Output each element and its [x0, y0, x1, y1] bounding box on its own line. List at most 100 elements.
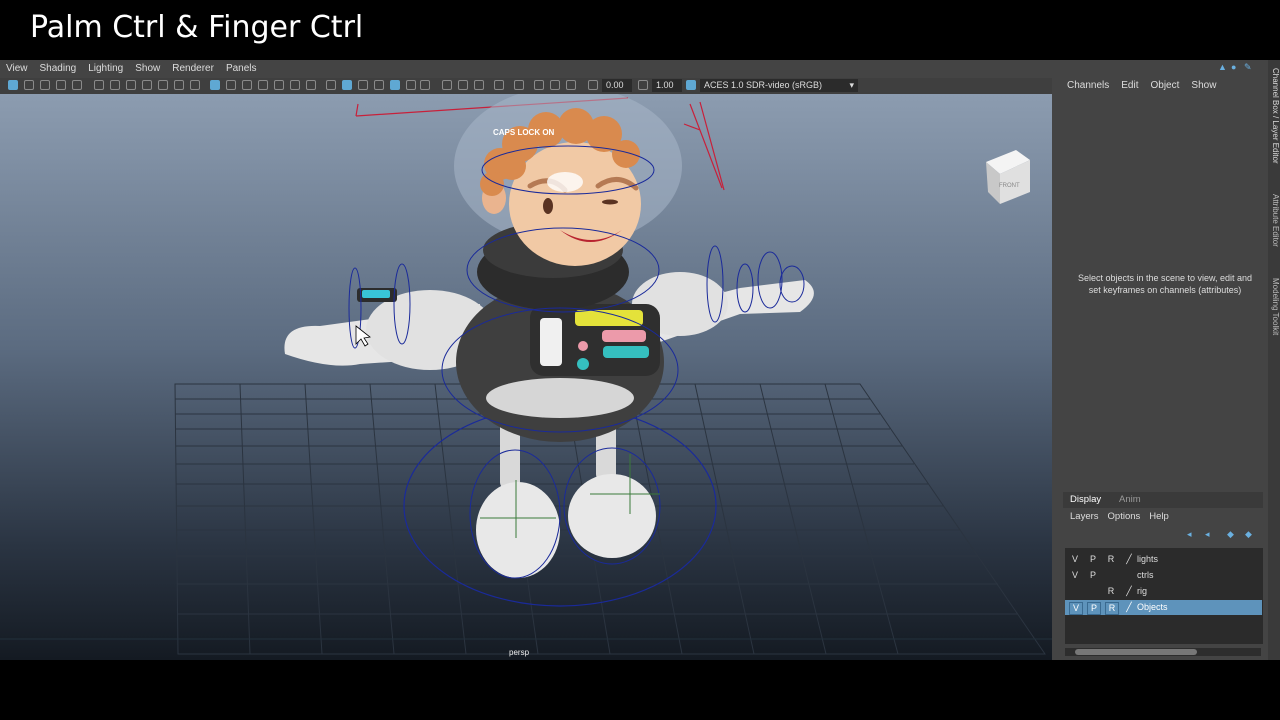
scrollbar-thumb[interactable]: [1075, 649, 1197, 655]
playback-toggle[interactable]: P: [1087, 602, 1101, 615]
film-gate-icon[interactable]: [94, 80, 104, 90]
menu-renderer[interactable]: Renderer: [166, 60, 220, 74]
backface-icon[interactable]: [550, 80, 560, 90]
wireframe-icon[interactable]: [242, 80, 252, 90]
gamma-icon[interactable]: [638, 80, 648, 90]
grid-icon[interactable]: [210, 80, 220, 90]
chevron-down-icon: ▾: [849, 80, 854, 90]
tab-modeling-toolkit[interactable]: Modeling Toolkit: [1268, 278, 1280, 335]
gamma-field[interactable]: 1.00: [652, 79, 682, 92]
colorspace-dropdown[interactable]: ACES 1.0 SDR-video (sRGB) ▾: [700, 79, 858, 92]
layer-name[interactable]: lights: [1137, 554, 1158, 564]
overscan-icon[interactable]: [290, 80, 300, 90]
exposure-field[interactable]: 0.00: [602, 79, 632, 92]
menu-show[interactable]: Show: [129, 60, 166, 74]
select-camera-icon[interactable]: [8, 80, 18, 90]
exposure-icon[interactable]: [588, 80, 598, 90]
help-menu[interactable]: Help: [1149, 511, 1169, 522]
reference-toggle[interactable]: R: [1105, 554, 1117, 565]
menu-view[interactable]: View: [0, 60, 34, 74]
textured-icon[interactable]: [374, 80, 384, 90]
move-layer-up-icon[interactable]: ◂: [1187, 529, 1192, 540]
perspective-viewport[interactable]: CAPS LOCK ON FRONT persp: [0, 94, 1052, 660]
shadows-icon[interactable]: [420, 80, 430, 90]
use-default-material-icon[interactable]: [566, 80, 576, 90]
layer-color-icon[interactable]: [1123, 570, 1135, 581]
frame-icon[interactable]: [226, 80, 236, 90]
resolution-gate-icon[interactable]: [110, 80, 120, 90]
gate-mask-icon[interactable]: [126, 80, 136, 90]
attribute-editor-icon[interactable]: ●: [1231, 62, 1236, 72]
layer-editor-menu: Layers Options Help: [1070, 511, 1178, 522]
layer-row-objects[interactable]: V P R ╱ Objects: [1065, 600, 1262, 615]
playback-toggle[interactable]: [1087, 586, 1099, 597]
bookmark-icon[interactable]: [40, 80, 50, 90]
image-plane-icon[interactable]: [56, 80, 66, 90]
edit-menu[interactable]: Edit: [1121, 80, 1138, 91]
pencil-icon[interactable]: [190, 80, 200, 90]
visibility-toggle[interactable]: V: [1069, 554, 1081, 565]
layer-row-ctrls[interactable]: V P ctrls: [1065, 568, 1262, 583]
new-empty-layer-icon[interactable]: ◆: [1227, 529, 1234, 540]
new-layer-selected-icon[interactable]: ◆: [1245, 529, 1252, 540]
playback-toggle[interactable]: P: [1087, 554, 1099, 565]
layer-row-rig[interactable]: R ╱ rig: [1065, 584, 1262, 599]
layer-row-lights[interactable]: V P R ╱ lights: [1065, 552, 1262, 567]
camera-attributes-icon[interactable]: [24, 80, 34, 90]
field-chart-icon[interactable]: [142, 80, 152, 90]
viewcube: [986, 150, 1030, 204]
wireframe-on-shaded-icon[interactable]: [358, 80, 368, 90]
isolate-select-icon[interactable]: [494, 80, 504, 90]
wireframe-shading-icon[interactable]: [326, 80, 336, 90]
right-eye: [602, 199, 618, 205]
layers-menu[interactable]: Layers: [1070, 511, 1099, 522]
reference-toggle[interactable]: R: [1105, 602, 1119, 615]
move-layer-down-icon[interactable]: ◂: [1205, 529, 1210, 540]
tab-attribute-editor[interactable]: Attribute Editor: [1268, 194, 1280, 247]
chest-pink-light: [602, 330, 646, 342]
visibility-toggle[interactable]: V: [1069, 570, 1081, 581]
visibility-toggle[interactable]: [1069, 586, 1081, 597]
ambient-occlusion-icon[interactable]: [442, 80, 452, 90]
reference-toggle[interactable]: [1105, 570, 1117, 581]
tab-anim[interactable]: Anim: [1119, 494, 1141, 505]
viewcube-label[interactable]: FRONT: [999, 183, 1020, 189]
safe-action-icon[interactable]: [158, 80, 168, 90]
layer-color-icon[interactable]: ╱: [1123, 602, 1135, 613]
layer-color-icon[interactable]: ╱: [1123, 586, 1135, 597]
show-menu[interactable]: Show: [1191, 80, 1216, 91]
tab-channel-box-layer-editor[interactable]: Channel Box / Layer Editor: [1268, 68, 1280, 164]
left-eye: [543, 198, 553, 214]
playback-toggle[interactable]: P: [1087, 570, 1099, 581]
layer-name[interactable]: ctrls: [1137, 570, 1154, 580]
grid-toggle-icon[interactable]: [72, 80, 82, 90]
menu-panels[interactable]: Panels: [220, 60, 263, 74]
color-management-icon[interactable]: [686, 80, 696, 90]
layer-scrollbar[interactable]: [1065, 648, 1261, 656]
channels-menu[interactable]: Channels: [1067, 80, 1109, 91]
channel-box-icon[interactable]: ▲: [1218, 62, 1227, 72]
depth-of-field-icon[interactable]: [474, 80, 484, 90]
title-safe-icon[interactable]: [306, 80, 316, 90]
reference-toggle[interactable]: R: [1105, 586, 1117, 597]
layer-color-icon[interactable]: ╱: [1123, 554, 1135, 565]
safe-area-icon[interactable]: [274, 80, 284, 90]
antialias-icon[interactable]: [458, 80, 468, 90]
xray-icon[interactable]: [390, 80, 400, 90]
menu-lighting[interactable]: Lighting: [82, 60, 129, 74]
layer-name[interactable]: rig: [1137, 586, 1147, 596]
options-menu[interactable]: Options: [1108, 511, 1141, 522]
visibility-toggle[interactable]: V: [1069, 602, 1083, 615]
xray-active-icon[interactable]: [534, 80, 544, 90]
tool-settings-icon[interactable]: ✎: [1244, 62, 1252, 73]
object-menu[interactable]: Object: [1151, 80, 1180, 91]
tab-display[interactable]: Display: [1070, 494, 1101, 505]
lights-icon[interactable]: [406, 80, 416, 90]
resolution-icon[interactable]: [258, 80, 268, 90]
safe-title-icon[interactable]: [174, 80, 184, 90]
xray-joints-icon[interactable]: [514, 80, 524, 90]
wrist-screen: [362, 290, 390, 298]
smooth-shading-icon[interactable]: [342, 80, 352, 90]
layer-name[interactable]: Objects: [1137, 602, 1168, 612]
menu-shading[interactable]: Shading: [34, 60, 83, 74]
